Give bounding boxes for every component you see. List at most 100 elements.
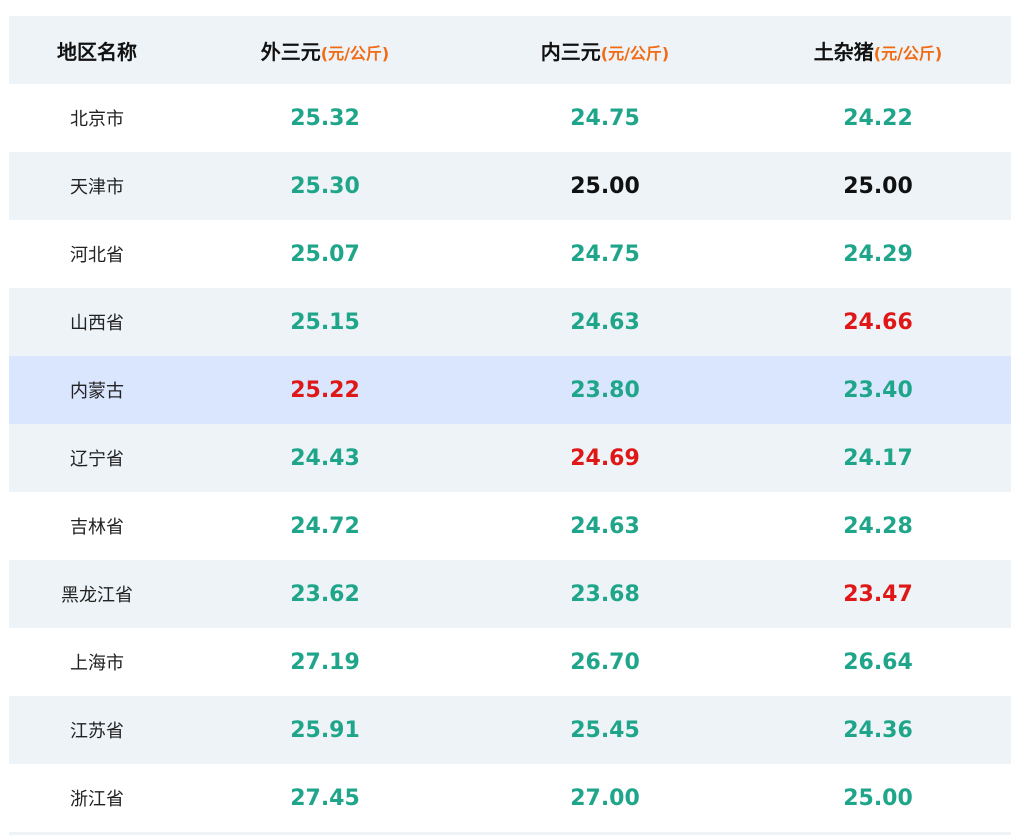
price-cell: 25.15: [185, 310, 465, 335]
price-value: 26.64: [843, 649, 913, 675]
price-value: 25.45: [570, 717, 640, 743]
price-cell: 24.75: [465, 242, 745, 267]
price-cell: 24.36: [745, 718, 1011, 743]
table-row: 黑龙江省 23.62 23.68 23.47: [9, 560, 1011, 628]
price-value: 27.45: [290, 785, 360, 811]
region-cell: 内蒙古: [9, 377, 185, 403]
price-cell: 27.45: [185, 786, 465, 811]
table-row: 上海市 27.19 26.70 26.64: [9, 628, 1011, 696]
price-cell: 24.63: [465, 514, 745, 539]
price-cell: 24.43: [185, 446, 465, 471]
price-value: 24.66: [843, 309, 913, 335]
price-value: 25.15: [290, 309, 360, 335]
price-value: 23.68: [570, 581, 640, 607]
region-name: 浙江省: [70, 789, 124, 810]
region-name: 河北省: [70, 245, 124, 266]
price-value: 27.19: [290, 649, 360, 675]
region-cell: 浙江省: [9, 785, 185, 811]
price-value: 24.75: [570, 241, 640, 267]
table-row: 北京市 25.32 24.75 24.22: [9, 84, 1011, 152]
price-value: 24.17: [843, 445, 913, 471]
price-cell: 23.40: [745, 378, 1011, 403]
price-cell: 23.68: [465, 582, 745, 607]
table-row: 天津市 25.30 25.00 25.00: [9, 152, 1011, 220]
price-value: 24.69: [570, 445, 640, 471]
price-cell: 24.69: [465, 446, 745, 471]
price-value: 25.00: [570, 173, 640, 199]
region-cell: 黑龙江省: [9, 581, 185, 607]
price-cell: 25.07: [185, 242, 465, 267]
price-value: 24.22: [843, 105, 913, 131]
table-row: 内蒙古 25.22 23.80 23.40: [9, 356, 1011, 424]
region-cell: 北京市: [9, 105, 185, 131]
region-name: 黑龙江省: [61, 585, 133, 606]
header-label: 外三元: [260, 39, 321, 64]
table-header: 地区名称 外三元(元/公斤) 内三元(元/公斤) 土杂猪(元/公斤): [9, 16, 1011, 84]
header-region: 地区名称: [9, 36, 185, 65]
price-cell: 24.66: [745, 310, 1011, 335]
price-cell: 25.45: [465, 718, 745, 743]
price-cell: 26.64: [745, 650, 1011, 675]
header-label: 土杂猪: [813, 39, 874, 64]
price-value: 23.40: [843, 377, 913, 403]
price-cell: 26.70: [465, 650, 745, 675]
table-row: 浙江省 27.45 27.00 25.00: [9, 764, 1011, 832]
price-cell: 25.30: [185, 174, 465, 199]
price-cell: 24.72: [185, 514, 465, 539]
region-cell: 天津市: [9, 173, 185, 199]
region-cell: 山西省: [9, 309, 185, 335]
price-cell: 24.28: [745, 514, 1011, 539]
header-inner-three: 内三元(元/公斤): [465, 36, 745, 65]
price-value: 24.36: [843, 717, 913, 743]
price-value: 24.28: [843, 513, 913, 539]
price-cell: 23.62: [185, 582, 465, 607]
price-value: 25.00: [843, 785, 913, 811]
table-row: 江苏省 25.91 25.45 24.36: [9, 696, 1011, 764]
region-name: 辽宁省: [70, 449, 124, 470]
header-label: 地区名称: [57, 39, 137, 64]
region-name: 吉林省: [70, 517, 124, 538]
price-value: 25.32: [290, 105, 360, 131]
price-table: 地区名称 外三元(元/公斤) 内三元(元/公斤) 土杂猪(元/公斤) 北京市 25…: [9, 16, 1011, 832]
price-cell: 23.80: [465, 378, 745, 403]
price-cell: 23.47: [745, 582, 1011, 607]
price-value: 25.91: [290, 717, 360, 743]
table-row: 山西省 25.15 24.63 24.66: [9, 288, 1011, 356]
price-value: 25.00: [843, 173, 913, 199]
price-cell: 25.91: [185, 718, 465, 743]
price-cell: 25.32: [185, 106, 465, 131]
price-value: 24.63: [570, 513, 640, 539]
region-name: 北京市: [70, 109, 124, 130]
price-value: 23.47: [843, 581, 913, 607]
price-value: 23.62: [290, 581, 360, 607]
price-cell: 24.29: [745, 242, 1011, 267]
price-cell: 25.00: [465, 174, 745, 199]
price-cell: 25.22: [185, 378, 465, 403]
region-name: 山西省: [70, 313, 124, 334]
price-value: 24.29: [843, 241, 913, 267]
price-cell: 25.00: [745, 174, 1011, 199]
table-row: 吉林省 24.72 24.63 24.28: [9, 492, 1011, 560]
price-value: 24.63: [570, 309, 640, 335]
header-unit: (元/公斤): [600, 43, 670, 63]
price-cell: 27.00: [465, 786, 745, 811]
region-cell: 辽宁省: [9, 445, 185, 471]
table-row: 辽宁省 24.43 24.69 24.17: [9, 424, 1011, 492]
price-value: 25.30: [290, 173, 360, 199]
region-cell: 河北省: [9, 241, 185, 267]
price-cell: 24.17: [745, 446, 1011, 471]
header-label: 内三元: [540, 39, 601, 64]
region-name: 江苏省: [70, 721, 124, 742]
region-cell: 江苏省: [9, 717, 185, 743]
header-unit: (元/公斤): [320, 43, 390, 63]
price-cell: 27.19: [185, 650, 465, 675]
price-value: 25.22: [290, 377, 360, 403]
price-value: 24.43: [290, 445, 360, 471]
price-cell: 24.22: [745, 106, 1011, 131]
header-unit: (元/公斤): [873, 43, 943, 63]
header-local-hog: 土杂猪(元/公斤): [745, 36, 1011, 65]
price-value: 23.80: [570, 377, 640, 403]
price-cell: 24.75: [465, 106, 745, 131]
region-name: 内蒙古: [70, 381, 124, 402]
price-value: 24.75: [570, 105, 640, 131]
